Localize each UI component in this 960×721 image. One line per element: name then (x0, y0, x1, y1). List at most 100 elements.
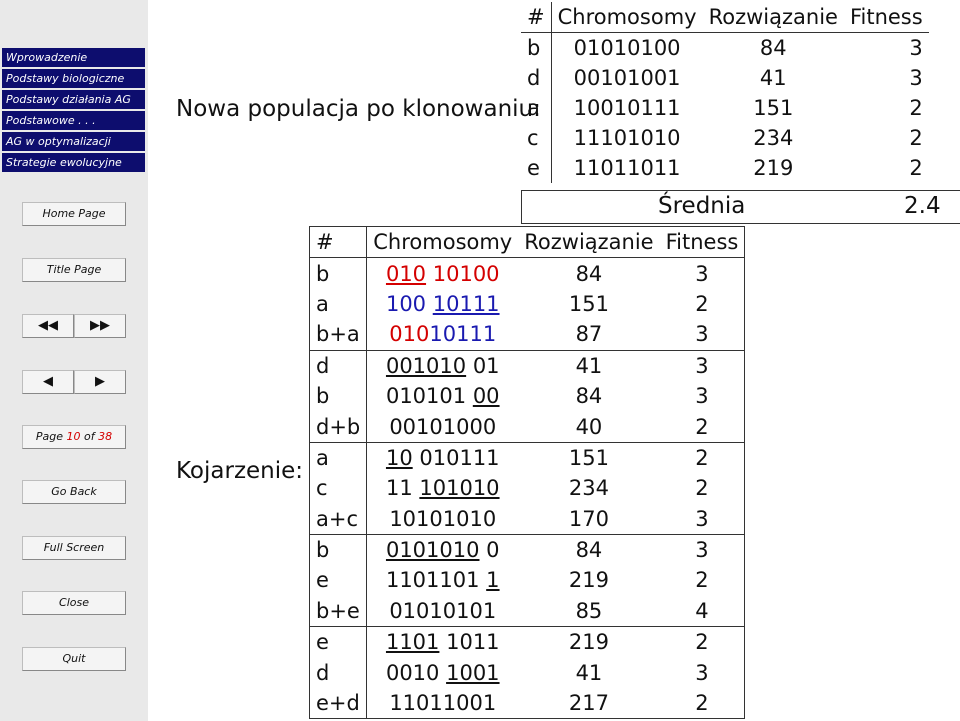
double-left-arrow-icon: ◀◀ (38, 318, 58, 333)
table-row: b+a 01010111 87 3 (309, 319, 745, 351)
cell-chromosome: 01010111 (366, 319, 519, 351)
cell-fitness: 3 (695, 261, 709, 286)
go-back-button[interactable]: Go Back (22, 480, 126, 504)
cell-id: c (309, 473, 368, 504)
cell-fitness: 2 (909, 156, 923, 180)
table-row: c 11101010 234 2 (521, 123, 929, 153)
sidebar-item-strategie[interactable]: Strategie ewolucyjne (2, 153, 145, 172)
cell-solution: 84 (575, 538, 603, 563)
cell-fitness: 3 (659, 319, 745, 351)
header-id: # (309, 226, 368, 259)
table-row: e 11011011 219 2 (521, 153, 929, 183)
table-row: c 11 101010 234 2 (309, 473, 745, 504)
chrom-part-b: 10100 (432, 261, 500, 286)
average-value: 2.4 (904, 193, 941, 219)
chrom-part-b: 1011 (446, 630, 500, 655)
cell-id: d+b (309, 411, 368, 443)
cell-solution: 170 (518, 503, 660, 535)
chrom-part-b: 010111 (419, 445, 500, 470)
cell-id: b (521, 32, 552, 63)
cell-solution: 84 (575, 261, 603, 286)
chrom-part-b: 1 (486, 568, 500, 593)
cell-chromosome: 1101 1011 (367, 627, 518, 658)
cell-fitness: 2 (909, 96, 923, 120)
page-indicator: Page 10 of 38 (22, 425, 126, 449)
page-total: 38 (98, 430, 113, 443)
cell-solution: 41 (575, 353, 603, 378)
cell-fitness: 3 (909, 66, 923, 90)
page-prefix: Page (35, 430, 67, 443)
chrom-part-a: 10 (385, 445, 413, 470)
quit-button[interactable]: Quit (22, 647, 126, 671)
cell-chromosome: 01010100 (573, 36, 681, 60)
table-row: d 0010 1001 41 3 (309, 657, 745, 688)
chrom-part-a: 100 (385, 291, 427, 316)
sidebar-item-podstawy-biologiczne[interactable]: Podstawy biologiczne (2, 69, 145, 88)
chrom-part-a: 010 (385, 261, 427, 286)
next-page-button[interactable]: ▶ (74, 370, 126, 394)
cell-solution: 219 (568, 630, 609, 655)
table-row: d+b 00101000 40 2 (309, 411, 745, 443)
cell-chromosome: 11 101010 (367, 473, 518, 503)
cell-chromosome: 010101 00 (367, 381, 518, 411)
cell-solution: 85 (518, 595, 660, 628)
prev-page-button[interactable]: ◀ (22, 370, 74, 394)
chrom-part-a: 010 (389, 322, 430, 347)
cell-chromosome: 0101010 0 (367, 534, 518, 565)
sidebar-item-wprowadzenie[interactable]: Wprowadzenie (2, 48, 145, 67)
cloned-population-table: # Chromosomy Rozwiązanie Fitness b 01010… (521, 2, 929, 183)
first-page-button[interactable]: ◀◀ (22, 314, 74, 338)
sidebar-item-podstawy-dzialania[interactable]: Podstawy działania AG (2, 90, 145, 109)
table-row: b 010 10100 84 3 (309, 257, 745, 289)
table-row: e 1101101 1 219 2 (309, 565, 745, 596)
cell-chromosome: 11011011 (573, 156, 681, 180)
chrom-part-b: 101010 (419, 476, 500, 501)
cell-id: a (521, 93, 552, 123)
chrom-part-a: 01010101 (389, 598, 497, 623)
cell-solution: 151 (568, 291, 609, 316)
cell-chromosome: 0010 1001 (367, 657, 518, 687)
new-population-label: Nowa populacja po klonowaniu: (176, 96, 541, 122)
cell-id: e+d (309, 687, 368, 719)
table-row: b 010101 00 84 3 (309, 380, 745, 412)
home-page-button[interactable]: Home Page (22, 202, 126, 226)
average-row: Średnia 2.4 (521, 190, 960, 224)
chrom-part-b: 1001 (446, 660, 500, 685)
cell-fitness: 2 (695, 568, 709, 593)
cell-id: c (521, 123, 552, 153)
header-chromosome: Chromosomy (551, 2, 703, 33)
cell-solution: 84 (575, 384, 603, 409)
cell-solution: 41 (759, 66, 787, 90)
chrom-part-a: 001010 (385, 353, 467, 378)
cell-id: b+a (309, 319, 368, 351)
cell-id: d (309, 657, 368, 688)
double-right-arrow-icon: ▶▶ (90, 318, 110, 333)
cell-id: e (309, 626, 368, 658)
cell-solution: 219 (568, 568, 609, 593)
cell-solution: 40 (518, 411, 660, 443)
last-page-button[interactable]: ▶▶ (74, 314, 126, 338)
sidebar-item-ag-optymalizacji[interactable]: AG w optymalizacji (2, 132, 145, 151)
chrom-part-b: 01 (472, 353, 500, 378)
cell-chromosome: 100 10111 (367, 289, 518, 319)
cell-fitness: 2 (695, 630, 709, 655)
cell-fitness: 3 (659, 503, 745, 535)
page-of: of (80, 430, 99, 443)
table-row: e 1101 1011 219 2 (309, 626, 745, 658)
cell-fitness: 3 (695, 384, 709, 409)
cell-id: d (309, 350, 368, 381)
cell-fitness: 2 (695, 691, 709, 716)
chrom-part-a: 11011001 (389, 691, 497, 716)
title-page-button[interactable]: Title Page (22, 258, 126, 282)
close-button[interactable]: Close (22, 591, 126, 615)
cell-fitness: 3 (909, 36, 923, 60)
cell-solution: 41 (575, 660, 603, 685)
header-fitness: Fitness (659, 226, 745, 259)
table-row: d 001010 01 41 3 (309, 350, 745, 381)
cell-solution: 219 (753, 156, 794, 180)
sidebar-item-podstawowe[interactable]: Podstawowe . . . (2, 111, 145, 130)
table-row: a 100 10111 151 2 (309, 288, 745, 320)
cell-chromosome: 001010 01 (367, 350, 518, 381)
cell-solution: 217 (568, 691, 609, 716)
full-screen-button[interactable]: Full Screen (22, 536, 126, 560)
